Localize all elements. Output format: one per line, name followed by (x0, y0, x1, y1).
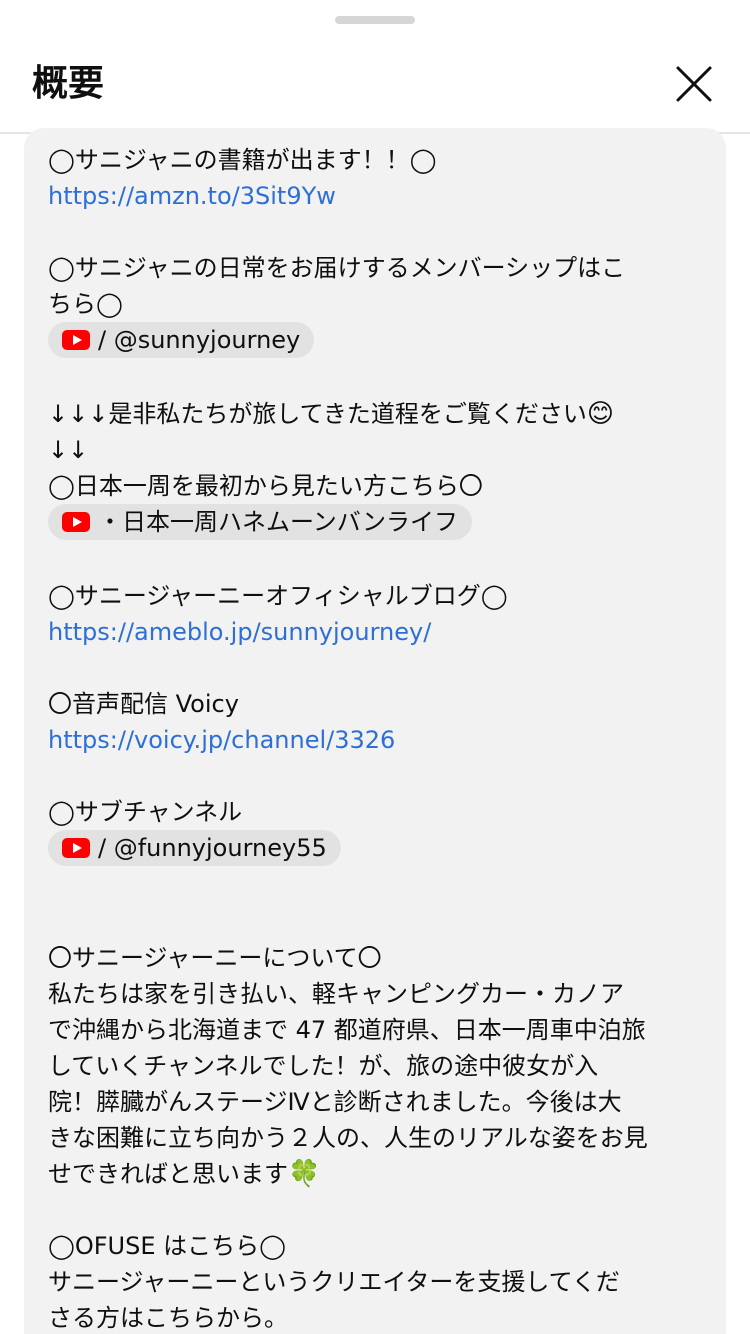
voicy-heading: 〇音声配信 Voicy (48, 690, 239, 718)
close-icon (676, 66, 712, 102)
sub-chip-label: / @funnyjourney55 (98, 834, 327, 862)
journey-line-1: ↓↓↓是非私たちが旅してきた道程をご覧ください😊 (48, 399, 614, 429)
about-line-2: で沖縄から北海道まで 47 都道府県、日本一周車中泊旅 (48, 1016, 646, 1044)
about-line-6: せできればと思います🍀 (48, 1159, 321, 1189)
japan-chip-label: ・日本一周ハネムーンバンライフ (98, 508, 458, 536)
ofuse-heading: ◯OFUSE はこちら◯ (48, 1232, 287, 1260)
membership-heading-1: ◯サニジャニの日常をお届けするメンバーシップはこ (48, 254, 626, 282)
book-heading: ◯サニジャニの書籍が出ます！！◯ (48, 146, 437, 174)
sub-channel-heading: ◯サブチャンネル (48, 798, 243, 826)
description-sheet: 概要 ◯サニジャニの書籍が出ます！！◯ https://amzn.to/3Sit… (0, 0, 750, 1334)
close-button[interactable] (672, 62, 716, 106)
japan-heading: ◯日本一周を最初から見たい方こちら〇 (48, 472, 483, 500)
journey-line-2: ↓↓ (48, 436, 89, 464)
sheet-header: 概要 (0, 40, 750, 134)
page-title: 概要 (32, 63, 105, 104)
drag-handle[interactable] (335, 16, 415, 24)
membership-chip-label: / @sunnyjourney (98, 326, 301, 354)
membership-heading-2: ちら◯ (48, 290, 123, 318)
clover-emoji-icon: 🍀 (288, 1159, 321, 1189)
membership-channel-chip[interactable]: / @sunnyjourney (48, 322, 315, 358)
youtube-icon (62, 838, 90, 858)
about-line-1: 私たちは家を引き払い、軽キャンピングカー・カノア (48, 980, 624, 1008)
description-text: ◯サニジャニの書籍が出ます！！◯ https://amzn.to/3Sit9Yw… (24, 128, 726, 1334)
smile-emoji-icon: 😊 (586, 399, 614, 429)
book-link[interactable]: https://amzn.to/3Sit9Yw (48, 182, 336, 210)
about-line-5: きな困難に立ち向かう２人の、人生のリアルな姿をお見 (48, 1124, 648, 1152)
japan-playlist-chip[interactable]: ・日本一周ハネムーンバンライフ (48, 504, 472, 540)
youtube-icon (62, 512, 90, 532)
sub-channel-chip[interactable]: / @funnyjourney55 (48, 830, 341, 866)
voicy-link[interactable]: https://voicy.jp/channel/3326 (48, 726, 395, 754)
youtube-icon (62, 330, 90, 350)
blog-link[interactable]: https://ameblo.jp/sunnyjourney/ (48, 618, 431, 646)
about-line-3: していくチャンネルでした！が、旅の途中彼女が入 (48, 1052, 599, 1080)
blog-heading: ◯サニージャーニーオフィシャルブログ◯ (48, 582, 508, 610)
about-heading: 〇サニージャーニーについて〇 (48, 944, 382, 972)
description-panel: ◯サニジャニの書籍が出ます！！◯ https://amzn.to/3Sit9Yw… (24, 128, 726, 1334)
ofuse-line-2: さる方はこちらから。 (48, 1304, 288, 1332)
ofuse-line-1: サニージャーニーというクリエイターを支援してくだ (48, 1268, 620, 1296)
about-line-4: 院！膵臓がんステージⅣと診断されました。今後は大 (48, 1088, 622, 1116)
